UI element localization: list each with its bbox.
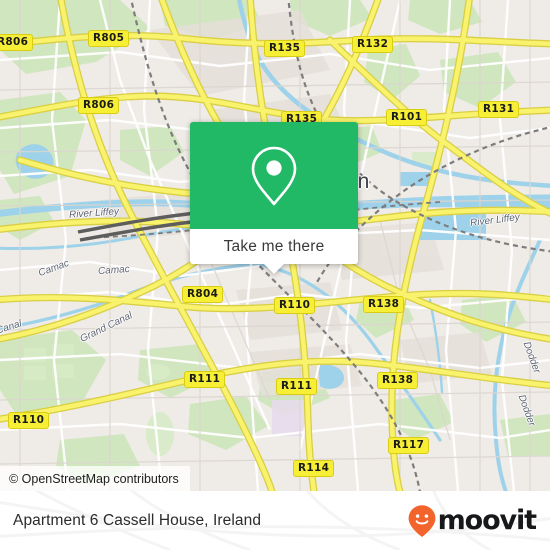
shield-r131[interactable]: R131 — [478, 101, 520, 118]
footer-bar: Apartment 6 Cassell House, Ireland moovi… — [0, 491, 550, 550]
shield-r101[interactable]: R101 — [386, 109, 428, 126]
shield-r806[interactable]: R806 — [78, 97, 120, 114]
moovit-logo[interactable]: moovit — [407, 504, 538, 538]
popup-pointer — [263, 263, 285, 274]
shield-r806-edge[interactable]: R806 — [0, 34, 34, 51]
take-me-there-label: Take me there — [223, 237, 325, 255]
shield-r138-mid[interactable]: R138 — [363, 296, 405, 313]
popup-pin-panel — [190, 122, 358, 229]
take-me-there-button[interactable]: Take me there — [190, 229, 358, 274]
shield-r110-left[interactable]: R110 — [8, 412, 50, 429]
shield-r138-right[interactable]: R138 — [377, 372, 419, 389]
map-canvas[interactable]: River Liffey River Liffey Camac Camac Ca… — [0, 0, 550, 491]
shield-r804[interactable]: R804 — [182, 286, 224, 303]
shield-r111-mid[interactable]: R111 — [276, 378, 318, 395]
shield-r117[interactable]: R117 — [388, 437, 430, 454]
map-pin-icon — [251, 146, 297, 205]
attribution-text: © OpenStreetMap contributors — [9, 471, 179, 486]
shield-r805[interactable]: R805 — [88, 30, 130, 47]
location-popup[interactable]: Take me there — [190, 122, 358, 274]
shield-r132[interactable]: R132 — [352, 36, 394, 53]
shield-r111-left[interactable]: R111 — [184, 371, 226, 388]
page-title: Apartment 6 Cassell House, Ireland — [13, 511, 262, 529]
water-label-camac-east: Camac — [97, 263, 131, 278]
map-screenshot: River Liffey River Liffey Camac Camac Ca… — [0, 0, 550, 550]
shield-r110-mid[interactable]: R110 — [274, 297, 316, 314]
moovit-smiley-pin-icon — [408, 504, 435, 537]
shield-r135-top-left[interactable]: R135 — [264, 40, 306, 57]
map-attribution[interactable]: © OpenStreetMap contributors — [0, 466, 190, 491]
shield-r114[interactable]: R114 — [293, 460, 335, 477]
moovit-wordmark: moovit — [437, 505, 538, 536]
